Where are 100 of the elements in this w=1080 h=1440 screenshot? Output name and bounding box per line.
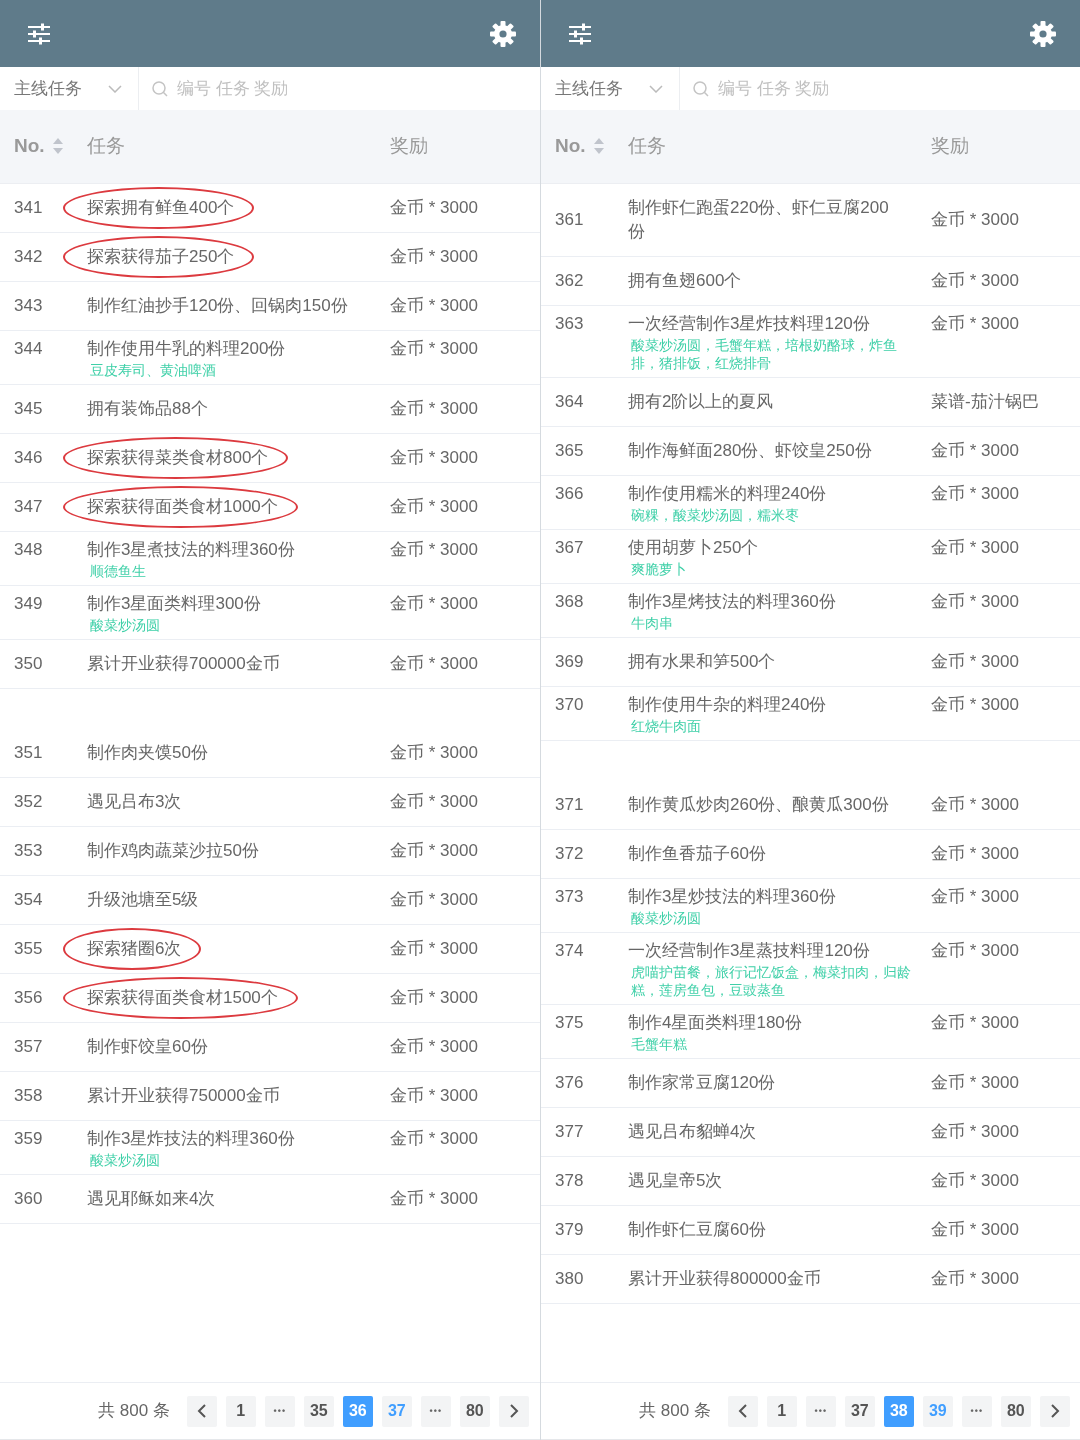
page-button[interactable]: 37 [844,1395,875,1427]
row-number: 366 [555,483,584,503]
reward-text: 金币 * 3000 [931,651,1019,671]
row-number: 359 [14,1128,43,1148]
row-number: 347 [14,496,43,516]
page-button[interactable]: 38 [883,1395,914,1427]
annotation-text: 酸菜炒汤圆 [89,615,161,634]
next-page-button[interactable] [1039,1395,1070,1427]
sliders-icon[interactable] [569,22,591,45]
task-text: 累计开业获得700000金币 [87,652,280,675]
row-number: 363 [555,313,584,333]
task-text: 使用胡萝卜250个 [628,536,759,559]
reward-text: 金币 * 3000 [390,938,478,958]
task-text: 制作鱼香茄子60份 [628,842,766,865]
task-text: 制作3星煮技法的料理360份 [87,538,295,561]
row-number: 342 [14,246,43,266]
row-number: 352 [14,791,43,811]
row-number: 361 [555,209,584,229]
reward-text: 金币 * 3000 [931,794,1019,814]
task-text: 累计开业获得800000金币 [628,1267,821,1290]
task-text: 累计开业获得750000金币 [87,1084,280,1107]
task-text: 一次经营制作3星蒸技料理120份 [628,939,870,962]
row-number: 349 [14,593,43,613]
task-text: 遇见吕布3次 [87,790,182,813]
page-button[interactable]: 36 [342,1395,373,1427]
sliders-icon[interactable] [28,22,50,45]
previous-page-button[interactable] [727,1395,758,1427]
row-number: 343 [14,295,43,315]
row-number: 357 [14,1036,43,1056]
reward-text: 金币 * 3000 [931,1072,1019,1092]
reward-text: 金币 * 3000 [390,791,478,811]
chevron-right-icon [508,1404,519,1418]
row-number: 380 [555,1268,584,1288]
chevron-right-icon [1049,1404,1060,1418]
settings-icon[interactable] [490,20,516,47]
row-number: 371 [555,794,584,814]
reward-text: 金币 * 3000 [390,447,478,467]
column-header: 奖励 [390,134,428,158]
page-button[interactable]: 80 [1000,1395,1031,1427]
search-field[interactable]: 编号 任务 奖励 [177,75,377,102]
reward-text: 金币 * 3000 [390,742,478,762]
row-number: 369 [555,651,584,671]
row-number: 367 [555,537,584,557]
page-button[interactable]: 1 [225,1395,256,1427]
annotation-text: 豆皮寿司、黄油啤酒 [89,360,217,379]
column-header[interactable]: No. [14,132,45,161]
task-text: 制作3星炸技法的料理360份 [87,1127,295,1150]
reward-text: 金币 * 3000 [931,313,1019,333]
page-button[interactable]: 80 [459,1395,490,1427]
task-text: 遇见吕布貂蝉4次 [628,1120,757,1143]
settings-icon[interactable] [1030,20,1056,47]
annotation-text: 毛蟹年糕 [630,1034,688,1053]
column-header: 奖励 [931,134,969,158]
page-button[interactable]: 35 [303,1395,334,1427]
next-page-button[interactable] [498,1395,529,1427]
reward-text: 金币 * 3000 [931,591,1019,611]
reward-text: 金币 * 3000 [931,537,1019,557]
task-text: 制作3星烤技法的料理360份 [628,590,836,613]
row-number: 374 [555,940,584,960]
reward-text: 金币 * 3000 [931,886,1019,906]
reward-text: 金币 * 3000 [390,653,478,673]
annotation-text: 碗粿，酸菜炒汤圆，糯米枣 [630,505,800,524]
more-pages-button[interactable]: ••• [961,1395,992,1427]
total-count-text: 共 800 条 [98,1400,170,1423]
previous-page-button[interactable] [186,1395,217,1427]
more-pages-button[interactable]: ••• [805,1395,836,1427]
row-number: 354 [14,889,43,909]
column-header: 任务 [628,134,666,158]
circled-task-text: 探索获得面类食材1500个 [63,976,298,1019]
row-number: 353 [14,840,43,860]
task-text: 制作使用牛乳的料理200份 [87,337,286,360]
search-field[interactable]: 编号 任务 奖励 [718,75,918,102]
annotation-text: 牛肉串 [630,613,674,632]
reward-text: 金币 * 3000 [390,889,478,909]
row-number: 345 [14,398,43,418]
search-icon [693,80,709,97]
task-text: 制作肉夹馍50份 [87,741,208,764]
task-text: 制作使用糯米的料理240份 [628,482,827,505]
column-header[interactable]: No. [555,132,586,161]
task-text: 制作虾仁跑蛋220份、虾仁豆腐200份 [628,196,890,243]
total-count-text: 共 800 条 [639,1400,711,1423]
reward-text: 金币 * 3000 [390,1128,478,1148]
row-number: 351 [14,742,43,762]
page-button[interactable]: 1 [766,1395,797,1427]
row-number: 364 [555,391,584,411]
row-number: 355 [14,938,43,958]
reward-text: 菜谱-茄汁锅巴 [931,391,1039,411]
more-pages-button[interactable]: ••• [264,1395,295,1427]
reward-text: 金币 * 3000 [390,987,478,1007]
task-text: 制作海鲜面280份、虾饺皇250份 [628,439,872,462]
reward-text: 金币 * 3000 [931,694,1019,714]
more-pages-button[interactable]: ••• [420,1395,451,1427]
chevron-down-icon [108,84,122,93]
circled-task-text: 探索获得茄子250个 [63,235,255,278]
reward-text: 金币 * 3000 [390,496,478,516]
row-number: 379 [555,1219,584,1239]
reward-text: 金币 * 3000 [390,1085,478,1105]
row-number: 378 [555,1170,584,1190]
annotation-text: 虎喵护苗餐，旅行记忆饭盒，梅菜扣肉，归龄糕，莲房鱼包，豆豉蒸鱼 [630,962,912,999]
reward-text: 金币 * 3000 [390,539,478,559]
